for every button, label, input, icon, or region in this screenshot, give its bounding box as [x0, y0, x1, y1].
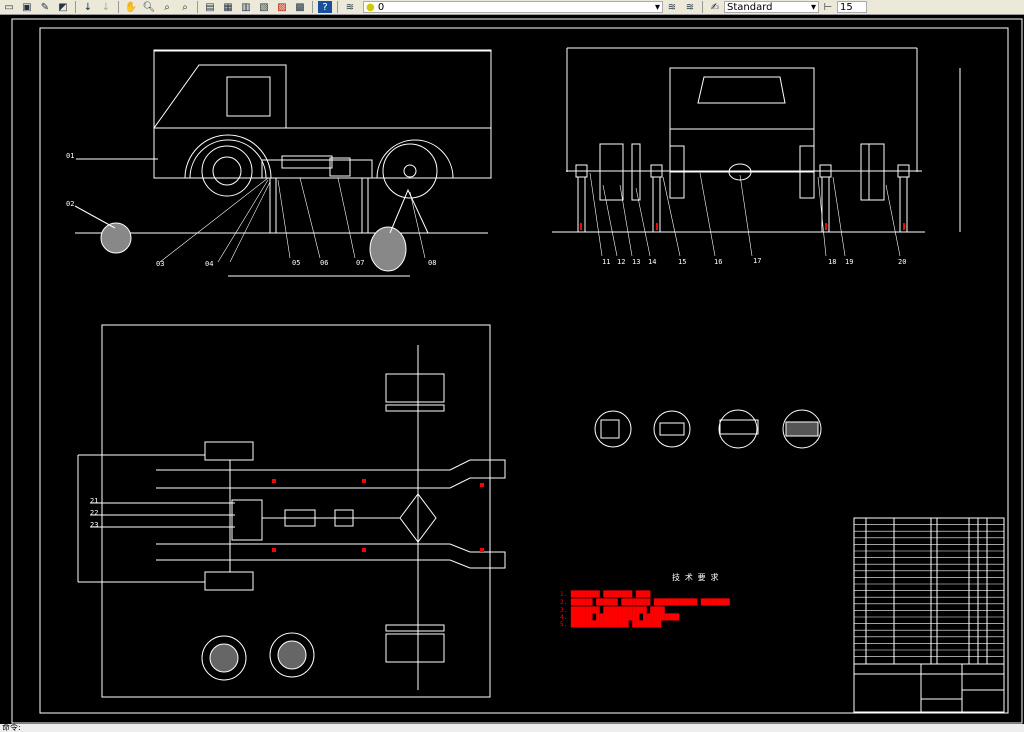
zoom-window-icon[interactable]: ⌕	[160, 1, 174, 13]
balloon-label: 03	[156, 260, 164, 268]
drawing-canvas[interactable]: 01 02 03 04 05 06 07 08 11 12 13 14 15 1…	[0, 15, 1024, 724]
balloon-label: 19	[845, 258, 853, 266]
note-line: 3. ████████ ████████████ ████	[560, 606, 665, 614]
outer-frame	[11, 18, 1023, 724]
markup-icon[interactable]: ▨	[275, 1, 289, 13]
side-view	[74, 49, 492, 277]
parts-list-and-title-block	[853, 517, 1005, 713]
dim-style-icon[interactable]: ⊢	[821, 1, 835, 13]
properties-icon[interactable]: ▤	[203, 1, 217, 13]
standard-toolbar: ▭ ▣ ✎ ◩ ↓ ↓ ✋ 🔍︎ ⌕ ⌕ ▤ ▦ ▥ ▧ ▨ ▩ ? ≋ ● 0…	[0, 0, 1024, 15]
plan-view	[77, 324, 506, 698]
detail-views	[594, 409, 822, 449]
separator	[118, 1, 119, 13]
balloon-label: 11	[602, 258, 610, 266]
pan-icon[interactable]: ✋	[124, 1, 138, 13]
balloon-label: 05	[292, 259, 300, 267]
balloon-label: 01	[66, 152, 74, 160]
balloon-label: 15	[678, 258, 686, 266]
front-view	[552, 47, 961, 233]
help-icon[interactable]: ?	[318, 1, 332, 13]
balloon-label: 23	[90, 521, 98, 529]
balloon-label: 20	[898, 258, 906, 266]
note-line: 4. ██████ ████████████ ██████████	[560, 613, 680, 621]
layer-dropdown[interactable]: ● 0 ▾	[363, 1, 663, 13]
zoom-previous-icon[interactable]: ⌕	[178, 1, 192, 13]
balloon-label: 16	[714, 258, 722, 266]
separator	[75, 1, 76, 13]
tool-palette-icon[interactable]: ▥	[239, 1, 253, 13]
sheet-set-icon[interactable]: ▧	[257, 1, 271, 13]
separator	[337, 1, 338, 13]
zoom-realtime-icon[interactable]: 🔍︎	[142, 1, 156, 13]
note-line: 1. ████████ ████████ ████	[560, 590, 651, 598]
command-line[interactable]: 命令:	[0, 724, 1024, 732]
bulb-icon: ●	[366, 1, 375, 13]
dim-style-dropdown[interactable]: 15	[837, 1, 867, 13]
separator	[197, 1, 198, 13]
balloon-label: 06	[320, 259, 328, 267]
balloon-label: 04	[205, 260, 213, 268]
balloon-label: 17	[753, 257, 761, 265]
command-prompt: 命令:	[2, 723, 21, 732]
redo-icon[interactable]: ↓	[99, 1, 113, 13]
balloon-label: 12	[617, 258, 625, 266]
chevron-down-icon: ▾	[654, 1, 660, 13]
balloon-label: 21	[90, 497, 98, 505]
open-icon[interactable]: ▭	[2, 1, 16, 13]
text-style-icon[interactable]: ✍	[708, 1, 722, 13]
undo-icon[interactable]: ↓	[81, 1, 95, 13]
layer-manager-icon[interactable]: ≋	[343, 1, 357, 13]
balloon-label: 14	[648, 258, 656, 266]
layer-previous-icon[interactable]: ≋	[683, 1, 697, 13]
calculator-icon[interactable]: ▩	[293, 1, 307, 13]
design-center-icon[interactable]: ▦	[221, 1, 235, 13]
match-icon[interactable]: ◩	[56, 1, 70, 13]
balloon-label: 07	[356, 259, 364, 267]
separator	[702, 1, 703, 13]
balloon-label: 02	[66, 200, 74, 208]
balloon-label: 13	[632, 258, 640, 266]
balloon-label: 18	[828, 258, 836, 266]
text-style-dropdown[interactable]: Standard ▾	[724, 1, 819, 13]
separator	[312, 1, 313, 13]
note-line: 5. ████████████████ ████████	[560, 620, 662, 628]
balloon-label: 22	[90, 509, 98, 517]
notes-title: 技 术 要 求	[672, 572, 718, 582]
pen-icon[interactable]: ✎	[38, 1, 52, 13]
layer-value: 0	[377, 1, 385, 13]
text-style-value: Standard	[727, 1, 773, 13]
dim-style-value: 15	[840, 1, 853, 13]
chevron-down-icon: ▾	[810, 1, 816, 13]
balloon-label: 08	[428, 259, 436, 267]
make-current-layer-icon[interactable]: ≋	[665, 1, 679, 13]
save-icon[interactable]: ▣	[20, 1, 34, 13]
note-line: 2. ██████ ██████ ████████ ████████████ █…	[560, 598, 730, 606]
